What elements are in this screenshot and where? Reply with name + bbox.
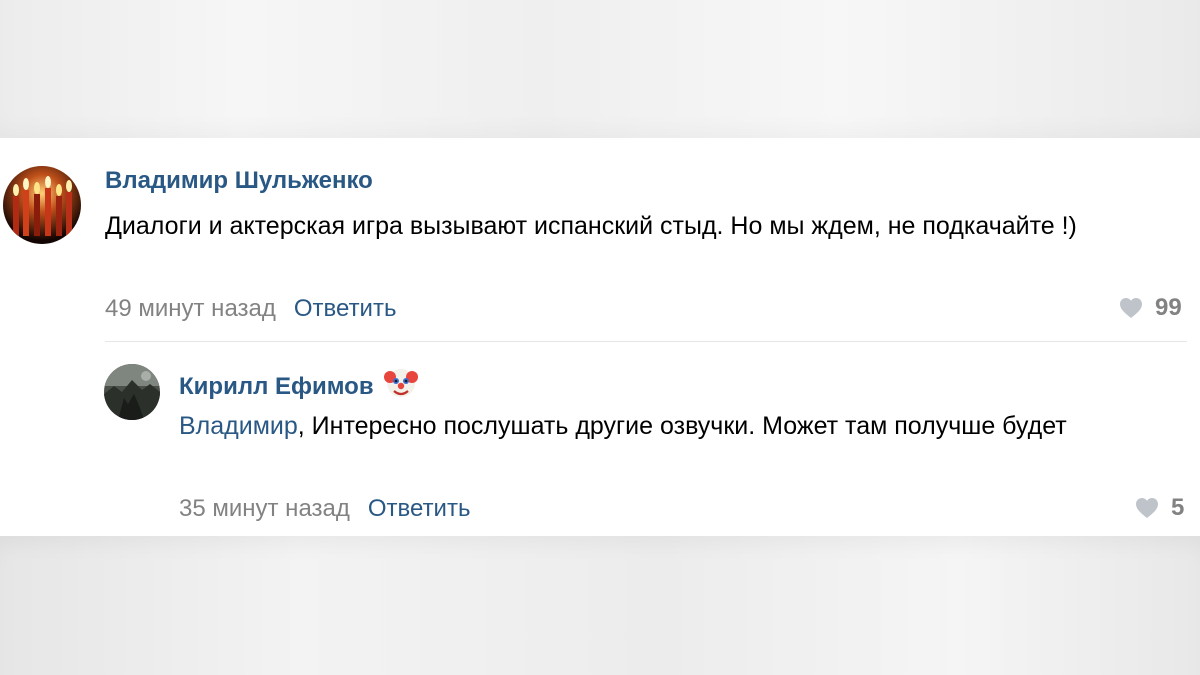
reply-body: , Интересно послушать другие озвучки. Мо… <box>297 412 1067 440</box>
reply-to-link[interactable]: Владимир <box>179 412 298 440</box>
like-count: 99 <box>1155 294 1182 321</box>
reply-button[interactable]: Ответить <box>368 495 471 522</box>
reply-text: Владимир, Интересно послушать другие озв… <box>179 406 1179 446</box>
heart-icon <box>1136 498 1158 518</box>
avatar[interactable] <box>3 166 81 244</box>
reply-timestamp[interactable]: 35 минут назад <box>179 495 350 522</box>
comment-divider <box>105 341 1187 342</box>
blurred-background-top <box>0 0 1200 138</box>
like-count: 5 <box>1171 494 1185 521</box>
reply-author-name[interactable]: Кирилл Ефимов <box>179 373 374 400</box>
candles-avatar-image <box>3 166 81 244</box>
reply-author: Кирилл Ефимов <box>179 366 418 401</box>
heart-icon <box>1120 298 1142 318</box>
like-button[interactable]: 5 <box>1135 494 1184 522</box>
comment-meta: 49 минут назад Ответить <box>105 295 396 323</box>
comment-author[interactable]: Владимир Шульженко <box>105 167 373 195</box>
dark-landscape-avatar-image <box>104 364 160 420</box>
comments-panel: Владимир Шульженко Диалоги и актерская и… <box>0 138 1200 536</box>
comment-text: Диалоги и актерская игра вызывают испанс… <box>105 212 1077 240</box>
avatar[interactable] <box>104 364 160 420</box>
like-button[interactable]: 99 <box>1119 294 1182 322</box>
reply-meta: 35 минут назад Ответить <box>179 495 470 523</box>
reply-button[interactable]: Ответить <box>294 295 397 322</box>
blurred-background-bottom <box>0 536 1200 675</box>
comment-timestamp[interactable]: 49 минут назад <box>105 295 276 322</box>
clown-face-icon <box>383 369 418 397</box>
